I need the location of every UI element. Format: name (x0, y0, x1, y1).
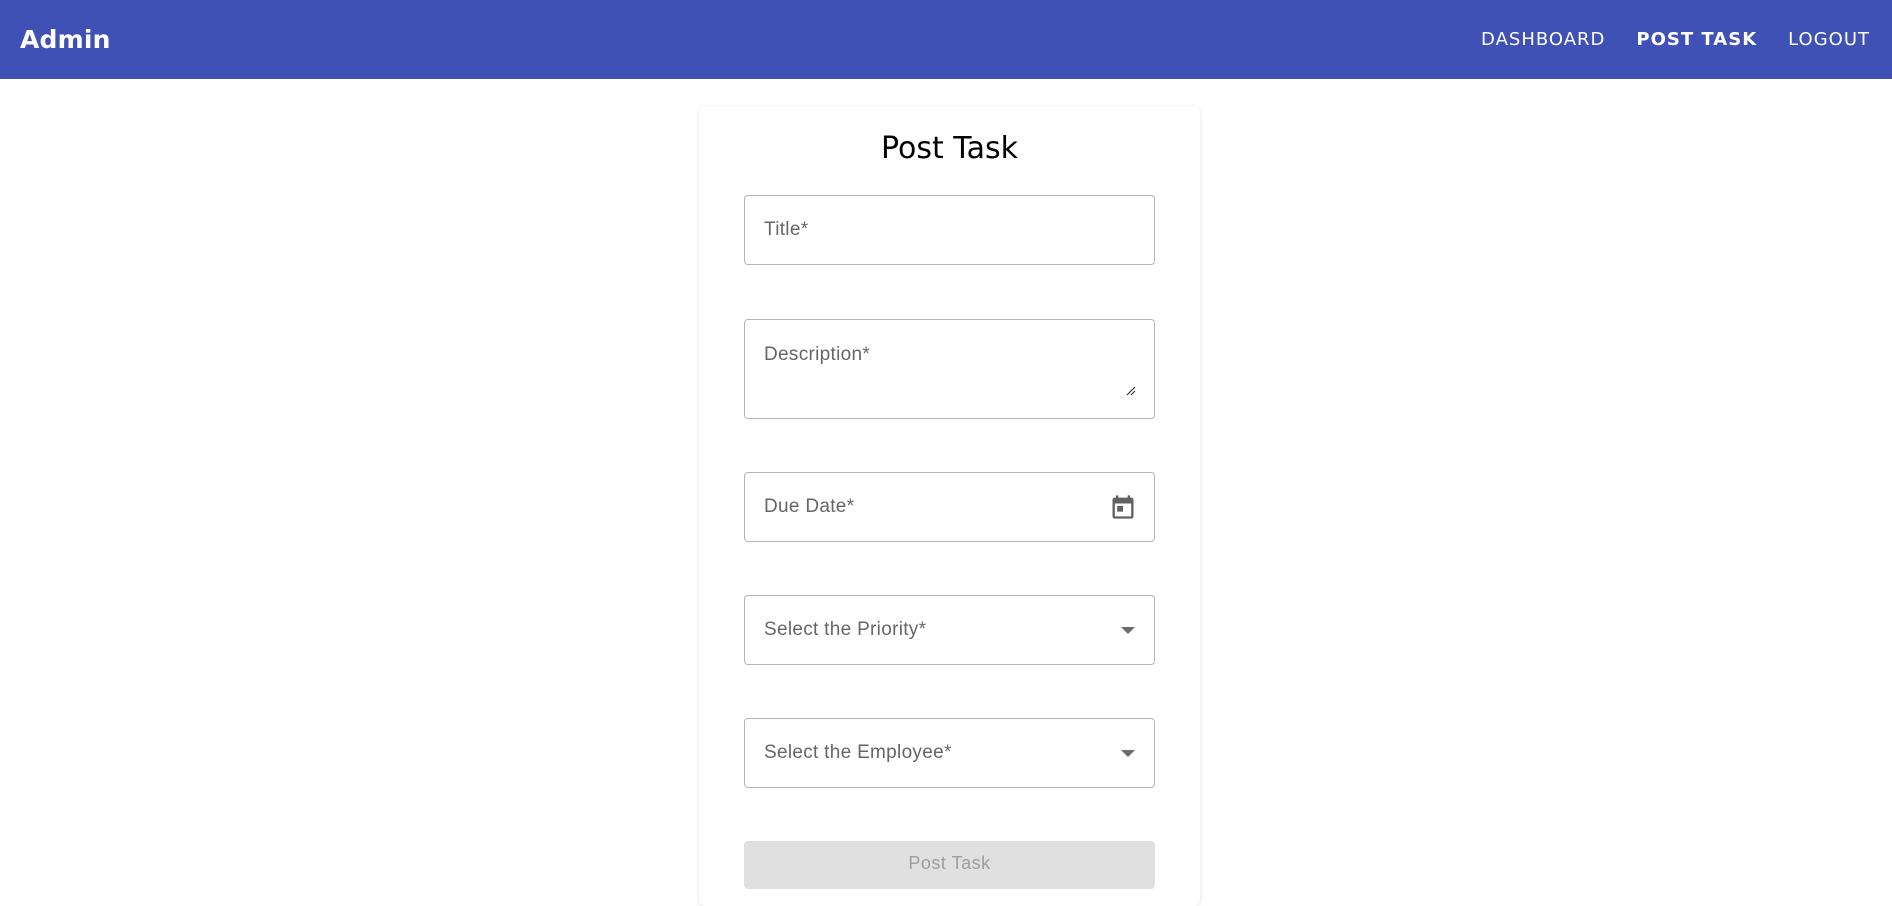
post-task-button[interactable]: Post Task (744, 841, 1155, 889)
description-placeholder: Description* (764, 344, 871, 365)
nav-logout[interactable]: LOGOUT (1788, 29, 1870, 50)
title-placeholder: Title* (764, 219, 809, 240)
due-date-field[interactable]: Due Date* (744, 472, 1155, 542)
page-title: Post Task (880, 131, 1019, 166)
chevron-down-icon (1121, 627, 1135, 634)
employee-select[interactable]: Select the Employee* (744, 718, 1155, 788)
title-field[interactable]: Title* (744, 195, 1155, 265)
resize-handle-icon[interactable] (1126, 386, 1136, 396)
nav-post-task[interactable]: POST TASK (1636, 29, 1757, 50)
employee-placeholder: Select the Employee* (764, 742, 952, 763)
post-task-card: Post Task Title* Description* Due Date* … (699, 106, 1200, 906)
nav-dashboard[interactable]: DASHBOARD (1481, 29, 1605, 50)
calendar-icon[interactable] (1109, 493, 1137, 521)
chevron-down-icon (1121, 750, 1135, 757)
due-date-placeholder: Due Date* (764, 496, 855, 517)
priority-placeholder: Select the Priority* (764, 619, 927, 640)
app-bar: Admin DASHBOARD POST TASK LOGOUT (0, 0, 1892, 79)
description-field[interactable]: Description* (744, 319, 1155, 419)
main-nav: DASHBOARD POST TASK LOGOUT (1481, 29, 1870, 50)
priority-select[interactable]: Select the Priority* (744, 595, 1155, 665)
app-brand[interactable]: Admin (20, 25, 111, 54)
